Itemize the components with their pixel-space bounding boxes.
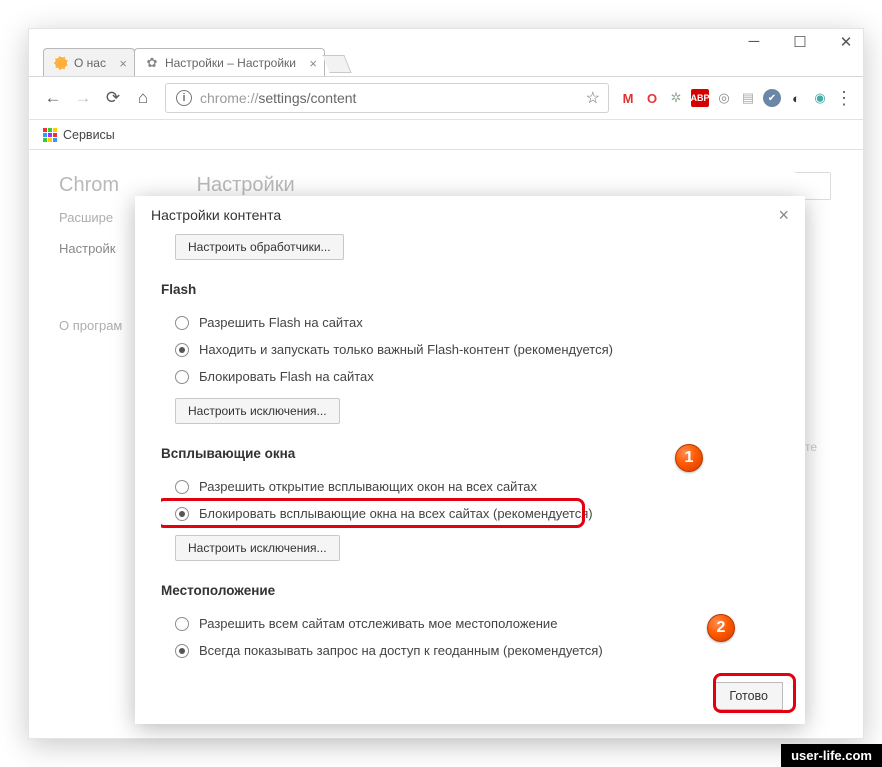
window-maximize-button[interactable]: ☐ — [789, 33, 811, 51]
radio-icon — [175, 617, 189, 631]
radio-option[interactable]: Всегда показывать запрос на доступ к гео… — [161, 637, 775, 664]
radio-option[interactable]: Находить и запускать только важный Flash… — [161, 336, 775, 363]
sidebar: Расшире Настройк О програм — [59, 210, 122, 349]
option-label: Блокировать Flash на сайтах — [199, 369, 374, 384]
section-location: Местоположение Разрешить всем сайтам отс… — [161, 583, 775, 664]
radio-icon — [175, 343, 189, 357]
radio-option[interactable]: Блокировать Flash на сайтах — [161, 363, 775, 390]
close-icon[interactable]: × — [119, 56, 127, 71]
option-label: Всегда показывать запрос на доступ к гео… — [199, 643, 603, 658]
extension-icon[interactable]: ◐ — [787, 89, 805, 107]
option-label: Разрешить открытие всплывающих окон на в… — [199, 479, 537, 494]
option-label: Разрешить всем сайтам отслеживать мое ме… — [199, 616, 557, 631]
sidebar-item[interactable]: Настройк — [59, 241, 122, 256]
content-settings-dialog: Настройки контента × Настроить обработчи… — [135, 196, 805, 724]
radio-icon — [175, 480, 189, 494]
configure-handlers-button[interactable]: Настроить обработчики... — [175, 234, 344, 260]
dialog-close-icon[interactable]: × — [778, 205, 789, 226]
popups-exceptions-button[interactable]: Настроить исключения... — [175, 535, 340, 561]
option-label: Разрешить Flash на сайтах — [199, 315, 363, 330]
orange-icon — [54, 56, 68, 70]
option-label: Блокировать всплывающие окна на всех сай… — [199, 506, 593, 521]
menu-button[interactable]: ⋮ — [835, 89, 853, 107]
annotation-badge-1: 1 — [675, 444, 703, 472]
gmail-icon[interactable]: M — [619, 89, 637, 107]
extension-icons: M O ✲ ABP ◎ ▤ ✔ ◐ ◉ ⋮ — [619, 89, 853, 107]
address-bar[interactable]: i chrome://settings/content ☆ — [165, 83, 609, 113]
annotation-badge-2: 2 — [707, 614, 735, 642]
close-icon[interactable]: × — [309, 56, 317, 71]
section-heading: Flash — [161, 282, 775, 297]
option-label: Находить и запускать только важный Flash… — [199, 342, 613, 357]
site-info-icon[interactable]: i — [176, 90, 192, 106]
radio-icon — [175, 370, 189, 384]
tab-strip: О нас × ✿ Настройки – Настройки × — [43, 47, 348, 77]
tab-settings[interactable]: ✿ Настройки – Настройки × — [134, 48, 325, 77]
url-text: chrome://settings/content — [200, 90, 586, 106]
radio-icon — [175, 644, 189, 658]
radio-option[interactable]: Разрешить открытие всплывающих окон на в… — [161, 473, 775, 500]
bookmark-star-icon[interactable]: ☆ — [586, 88, 600, 108]
gear-icon: ✿ — [145, 56, 159, 70]
opera-icon[interactable]: O — [643, 89, 661, 107]
sidebar-item[interactable]: Расшире — [59, 210, 122, 225]
reload-button[interactable]: ⟳ — [101, 86, 125, 110]
apps-icon[interactable] — [43, 128, 57, 142]
section-flash: Flash Разрешить Flash на сайтах Находить… — [161, 282, 775, 424]
forward-button[interactable]: → — [71, 86, 95, 110]
tab-title: О нас — [74, 56, 106, 70]
tab-title: Настройки – Настройки — [165, 56, 296, 70]
bookmarks-apps-label[interactable]: Сервисы — [63, 128, 115, 142]
done-button[interactable]: Готово — [714, 682, 783, 710]
window-minimize-button[interactable]: ─ — [743, 33, 765, 51]
radio-icon — [175, 507, 189, 521]
eye-icon[interactable]: ◉ — [811, 89, 829, 107]
home-button[interactable]: ⌂ — [131, 86, 155, 110]
page-title: Настройки — [197, 174, 295, 196]
flash-exceptions-button[interactable]: Настроить исключения... — [175, 398, 340, 424]
section-heading: Местоположение — [161, 583, 775, 598]
radio-option[interactable]: Разрешить Flash на сайтах — [161, 309, 775, 336]
radio-option[interactable]: Разрешить всем сайтам отслеживать мое ме… — [161, 610, 775, 637]
brand-text: Chrom — [59, 174, 119, 196]
window-close-button[interactable]: ✕ — [835, 33, 857, 51]
dialog-title: Настройки контента — [151, 207, 281, 223]
sidebar-item[interactable]: О програм — [59, 318, 122, 333]
vk-icon[interactable]: ✔ — [763, 89, 781, 107]
extension-icon[interactable]: ✲ — [667, 89, 685, 107]
abp-icon[interactable]: ABP — [691, 89, 709, 107]
watermark: user-life.com — [781, 744, 882, 767]
radio-option[interactable]: Блокировать всплывающие окна на всех сай… — [161, 500, 775, 527]
back-button[interactable]: ← — [41, 86, 65, 110]
radio-icon — [175, 316, 189, 330]
tab-about[interactable]: О нас × — [43, 48, 135, 77]
extension-icon[interactable]: ◎ — [715, 89, 733, 107]
new-tab-button[interactable] — [322, 55, 351, 73]
extension-icon[interactable]: ▤ — [739, 89, 757, 107]
